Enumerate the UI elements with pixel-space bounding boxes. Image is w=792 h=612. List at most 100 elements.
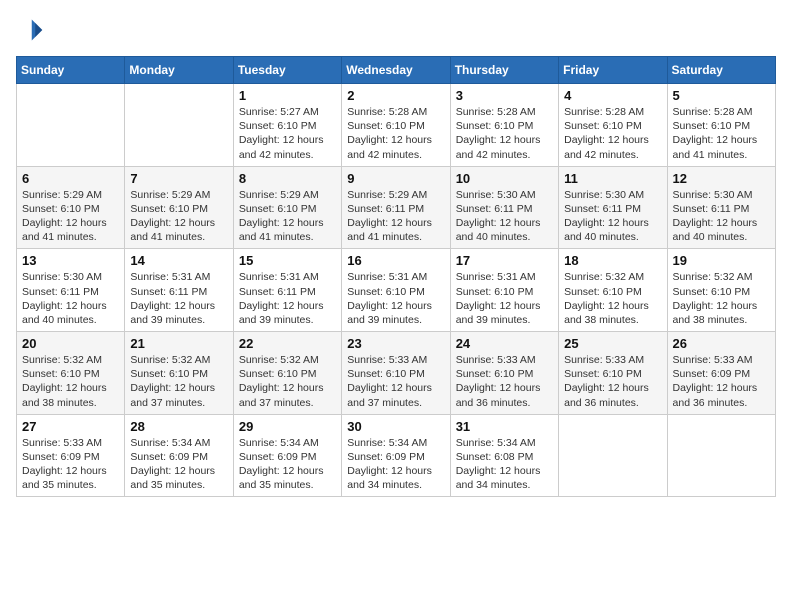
calendar-cell: 2 Sunrise: 5:28 AM Sunset: 6:10 PM Daylig… (342, 84, 450, 167)
calendar-cell: 17Sunrise: 5:31 AM Sunset: 6:10 PM Dayli… (450, 249, 558, 332)
calendar-cell: 3Sunrise: 5:28 AM Sunset: 6:10 PM Daylig… (450, 84, 558, 167)
day-number: 10 (456, 171, 553, 186)
calendar-cell: 27Sunrise: 5:33 AM Sunset: 6:09 PM Dayli… (17, 414, 125, 497)
day-info: Sunrise: 5:33 AM Sunset: 6:09 PM Dayligh… (22, 436, 119, 493)
calendar-cell: 13 Sunrise: 5:30 AM Sunset: 6:11 PM Dayli… (17, 249, 125, 332)
calendar-cell (125, 84, 233, 167)
weekday-header: Thursday (450, 57, 558, 84)
calendar-table: SundayMondayTuesdayWednesdayThursdayFrid… (16, 56, 776, 497)
day-info: Sunrise: 5:34 AM Sunset: 6:09 PM Dayligh… (130, 436, 227, 493)
day-number: 26 (673, 336, 770, 351)
calendar-header: SundayMondayTuesdayWednesdayThursdayFrid… (17, 57, 776, 84)
day-info: Sunrise: 5:29 AM Sunset: 6:10 PM Dayligh… (239, 188, 336, 245)
weekday-header: Monday (125, 57, 233, 84)
day-info: Sunrise: 5:28 AM Sunset: 6:10 PM Dayligh… (347, 105, 444, 162)
calendar-cell: 29 Sunrise: 5:34 AM Sunset: 6:09 PM Dayli… (233, 414, 341, 497)
weekday-header: Friday (559, 57, 667, 84)
day-number: 2 (347, 88, 444, 103)
day-info: Sunrise: 5:34 AM Sunset: 6:08 PM Dayligh… (456, 436, 553, 493)
day-number: 5 (673, 88, 770, 103)
calendar-cell (17, 84, 125, 167)
day-number: 20 (22, 336, 119, 351)
calendar-cell: 15 Sunrise: 5:31 AM Sunset: 6:11 PM Dayli… (233, 249, 341, 332)
day-number: 4 (564, 88, 661, 103)
day-number: 15 (239, 253, 336, 268)
day-info: Sunrise: 5:33 AM Sunset: 6:09 PM Dayligh… (673, 353, 770, 410)
day-info: Sunrise: 5:32 AM Sunset: 6:10 PM Dayligh… (564, 270, 661, 327)
day-number: 22 (239, 336, 336, 351)
calendar-cell: 30Sunrise: 5:34 AM Sunset: 6:09 PM Dayli… (342, 414, 450, 497)
calendar-cell: 1 Sunrise: 5:27 AM Sunset: 6:10 PM Daylig… (233, 84, 341, 167)
calendar-cell: 5 Sunrise: 5:28 AM Sunset: 6:10 PM Daylig… (667, 84, 775, 167)
day-number: 28 (130, 419, 227, 434)
day-info: Sunrise: 5:30 AM Sunset: 6:11 PM Dayligh… (456, 188, 553, 245)
day-info: Sunrise: 5:27 AM Sunset: 6:10 PM Dayligh… (239, 105, 336, 162)
calendar-cell: 8 Sunrise: 5:29 AM Sunset: 6:10 PM Daylig… (233, 166, 341, 249)
page-header (16, 16, 776, 44)
day-info: Sunrise: 5:29 AM Sunset: 6:11 PM Dayligh… (347, 188, 444, 245)
calendar-cell: 31 Sunrise: 5:34 AM Sunset: 6:08 PM Dayli… (450, 414, 558, 497)
calendar-week: 27Sunrise: 5:33 AM Sunset: 6:09 PM Dayli… (17, 414, 776, 497)
day-info: Sunrise: 5:28 AM Sunset: 6:10 PM Dayligh… (673, 105, 770, 162)
calendar-cell: 4 Sunrise: 5:28 AM Sunset: 6:10 PM Daylig… (559, 84, 667, 167)
day-info: Sunrise: 5:31 AM Sunset: 6:11 PM Dayligh… (130, 270, 227, 327)
day-number: 8 (239, 171, 336, 186)
day-number: 9 (347, 171, 444, 186)
day-number: 3 (456, 88, 553, 103)
day-number: 12 (673, 171, 770, 186)
calendar-cell: 24Sunrise: 5:33 AM Sunset: 6:10 PM Dayli… (450, 332, 558, 415)
day-info: Sunrise: 5:29 AM Sunset: 6:10 PM Dayligh… (22, 188, 119, 245)
calendar-cell: 16Sunrise: 5:31 AM Sunset: 6:10 PM Dayli… (342, 249, 450, 332)
calendar-cell: 26 Sunrise: 5:33 AM Sunset: 6:09 PM Dayli… (667, 332, 775, 415)
day-info: Sunrise: 5:33 AM Sunset: 6:10 PM Dayligh… (456, 353, 553, 410)
day-info: Sunrise: 5:32 AM Sunset: 6:10 PM Dayligh… (130, 353, 227, 410)
day-info: Sunrise: 5:30 AM Sunset: 6:11 PM Dayligh… (22, 270, 119, 327)
day-info: Sunrise: 5:34 AM Sunset: 6:09 PM Dayligh… (239, 436, 336, 493)
day-number: 19 (673, 253, 770, 268)
calendar-cell: 7 Sunrise: 5:29 AM Sunset: 6:10 PM Daylig… (125, 166, 233, 249)
day-number: 21 (130, 336, 227, 351)
day-info: Sunrise: 5:28 AM Sunset: 6:10 PM Dayligh… (564, 105, 661, 162)
calendar-cell: 6 Sunrise: 5:29 AM Sunset: 6:10 PM Daylig… (17, 166, 125, 249)
day-info: Sunrise: 5:31 AM Sunset: 6:11 PM Dayligh… (239, 270, 336, 327)
day-number: 6 (22, 171, 119, 186)
logo-icon (16, 16, 44, 44)
logo (16, 16, 48, 44)
calendar-cell: 20Sunrise: 5:32 AM Sunset: 6:10 PM Dayli… (17, 332, 125, 415)
calendar-week: 20 Sunrise: 5:32 AM Sunset: 6:10 PM Dayli… (17, 332, 776, 415)
day-number: 16 (347, 253, 444, 268)
calendar-week: 1 Sunrise: 5:27 AM Sunset: 6:10 PM Daylig… (17, 84, 776, 167)
weekday-header: Tuesday (233, 57, 341, 84)
calendar-cell: 10 Sunrise: 5:30 AM Sunset: 6:11 PM Dayli… (450, 166, 558, 249)
calendar-cell: 12 Sunrise: 5:30 AM Sunset: 6:11 PM Dayli… (667, 166, 775, 249)
weekday-header: Saturday (667, 57, 775, 84)
day-info: Sunrise: 5:29 AM Sunset: 6:10 PM Dayligh… (130, 188, 227, 245)
day-number: 1 (239, 88, 336, 103)
calendar-cell: 9 Sunrise: 5:29 AM Sunset: 6:11 PM Daylig… (342, 166, 450, 249)
calendar-week: 6 Sunrise: 5:29 AM Sunset: 6:10 PM Daylig… (17, 166, 776, 249)
day-info: Sunrise: 5:34 AM Sunset: 6:09 PM Dayligh… (347, 436, 444, 493)
calendar-cell (667, 414, 775, 497)
calendar-cell: 23Sunrise: 5:33 AM Sunset: 6:10 PM Dayli… (342, 332, 450, 415)
calendar-week: 13 Sunrise: 5:30 AM Sunset: 6:11 PM Dayli… (17, 249, 776, 332)
day-number: 13 (22, 253, 119, 268)
weekday-header: Wednesday (342, 57, 450, 84)
day-info: Sunrise: 5:32 AM Sunset: 6:10 PM Dayligh… (673, 270, 770, 327)
calendar-cell: 18 Sunrise: 5:32 AM Sunset: 6:10 PM Dayli… (559, 249, 667, 332)
day-number: 18 (564, 253, 661, 268)
calendar-cell: 22 Sunrise: 5:32 AM Sunset: 6:10 PM Dayli… (233, 332, 341, 415)
calendar-cell: 19 Sunrise: 5:32 AM Sunset: 6:10 PM Dayli… (667, 249, 775, 332)
day-number: 23 (347, 336, 444, 351)
day-info: Sunrise: 5:32 AM Sunset: 6:10 PM Dayligh… (239, 353, 336, 410)
day-info: Sunrise: 5:33 AM Sunset: 6:10 PM Dayligh… (564, 353, 661, 410)
day-number: 17 (456, 253, 553, 268)
day-number: 29 (239, 419, 336, 434)
weekday-header: Sunday (17, 57, 125, 84)
calendar-cell (559, 414, 667, 497)
day-number: 7 (130, 171, 227, 186)
calendar-cell: 21 Sunrise: 5:32 AM Sunset: 6:10 PM Dayli… (125, 332, 233, 415)
weekday-row: SundayMondayTuesdayWednesdayThursdayFrid… (17, 57, 776, 84)
day-info: Sunrise: 5:30 AM Sunset: 6:11 PM Dayligh… (673, 188, 770, 245)
day-number: 14 (130, 253, 227, 268)
day-number: 31 (456, 419, 553, 434)
